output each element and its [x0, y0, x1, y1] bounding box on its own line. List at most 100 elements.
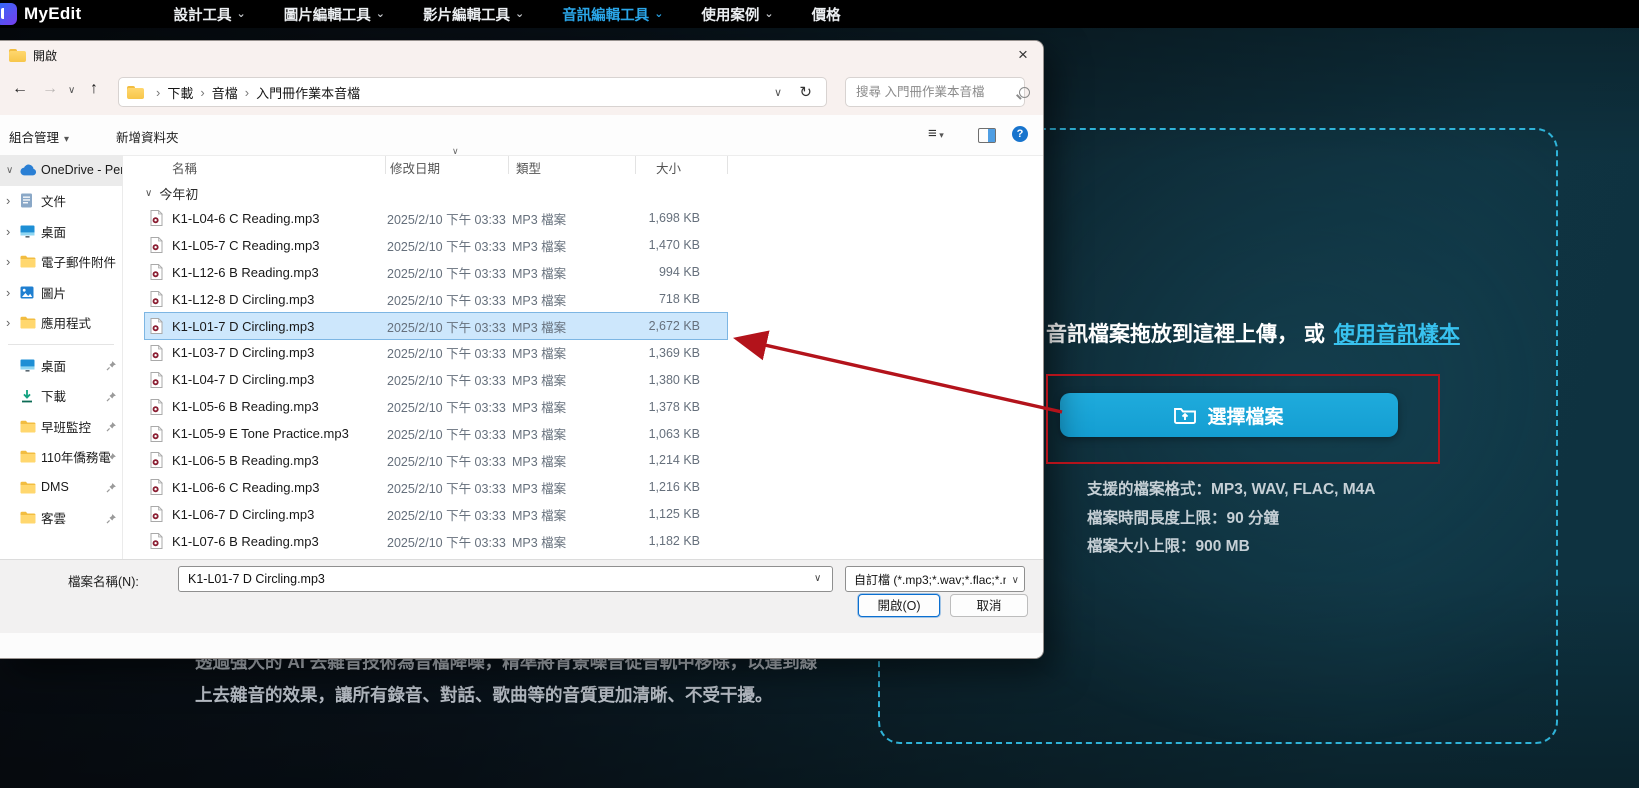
use-audio-sample-link[interactable]: 使用音訊樣本 — [1334, 323, 1460, 346]
preview-pane-icon[interactable] — [978, 128, 996, 143]
file-row[interactable]: K1-L06-5 B Reading.mp32025/2/10 下午 03:33… — [145, 447, 727, 474]
new-folder-button[interactable]: 新增資料夾 — [116, 127, 179, 146]
brand-logo[interactable]: MyEdit — [0, 3, 82, 25]
nav-item-2[interactable]: 圖片編輯工具⌄ — [284, 4, 385, 25]
sidebar-item[interactable]: › 文件 — [0, 186, 122, 217]
sidebar-item-pinned[interactable]: DMS — [0, 472, 122, 503]
file-row[interactable]: K1-L06-7 D Circling.mp32025/2/10 下午 03:3… — [145, 501, 727, 528]
file-row[interactable]: K1-L03-7 D Circling.mp32025/2/10 下午 03:3… — [145, 339, 727, 366]
dialog-titlebar[interactable]: 開啟 — [0, 41, 1043, 69]
folder-icon — [127, 86, 144, 99]
file-name: K1-L07-6 B Reading.mp3 — [172, 534, 387, 549]
file-row[interactable]: K1-L05-6 B Reading.mp32025/2/10 下午 03:33… — [145, 393, 727, 420]
sidebar-item-label: 文件 — [41, 191, 66, 210]
file-date: 2025/2/10 下午 03:33 — [387, 343, 512, 362]
sidebar-item-label: 電子郵件附件 — [41, 252, 116, 271]
search-box[interactable] — [845, 77, 1025, 107]
column-header-name[interactable]: 名稱 — [172, 158, 197, 177]
search-input[interactable] — [854, 84, 1019, 100]
file-name: K1-L06-6 C Reading.mp3 — [172, 480, 387, 495]
pin-icon — [106, 390, 117, 405]
chevron-down-icon: ⌄ — [376, 7, 385, 20]
organize-button[interactable]: 組合管理▾ — [9, 127, 69, 146]
nav-item-1[interactable]: 設計工具⌄ — [174, 4, 246, 25]
file-list: K1-L04-6 C Reading.mp3 2025/2/10 下午 03:33… — [145, 205, 727, 555]
chevron-down-icon: ∨ — [145, 188, 152, 199]
breadcrumb-downloads[interactable]: 下載 — [167, 83, 193, 102]
breadcrumb-separator: › — [156, 85, 160, 100]
chevron-down-icon: ▾ — [64, 134, 69, 145]
file-date: 2025/2/10 下午 03:33 — [387, 397, 512, 416]
file-type: MP3 檔案 — [512, 505, 635, 524]
sidebar-divider — [8, 344, 114, 345]
filename-dropdown-chevron-icon[interactable]: ∨ — [814, 573, 821, 584]
file-row[interactable]: K1-L12-6 B Reading.mp32025/2/10 下午 03:33… — [145, 259, 727, 286]
sidebar-item[interactable]: ›圖片 — [0, 277, 122, 308]
sidebar-item[interactable]: › 電子郵件附件 — [0, 247, 122, 278]
nav-item-6[interactable]: 價格 — [812, 4, 841, 25]
file-type: MP3 檔案 — [512, 236, 635, 255]
breadcrumb-current-folder[interactable]: 入門冊作業本音檔 — [256, 83, 360, 102]
file-date: 2025/2/10 下午 03:33 — [387, 317, 512, 336]
file-row[interactable]: K1-L01-7 D Circling.mp32025/2/10 下午 03:3… — [145, 313, 727, 340]
sidebar-item-pinned[interactable]: 桌面 — [0, 350, 122, 381]
search-icon — [1019, 87, 1030, 98]
column-separator — [508, 156, 509, 174]
up-arrow-icon[interactable]: ↑ — [90, 80, 98, 98]
file-row[interactable]: K1-L04-7 D Circling.mp32025/2/10 下午 03:3… — [145, 366, 727, 393]
dialog-bottom-strip — [0, 633, 1043, 658]
column-header-date[interactable]: 修改日期 — [390, 158, 440, 177]
column-header-size[interactable]: 大小 — [656, 158, 681, 177]
nav-item-5[interactable]: 使用案例⌄ — [701, 4, 773, 25]
file-name: K1-L04-6 C Reading.mp3 — [172, 211, 387, 226]
sidebar-item-pinned[interactable]: 客雲 — [0, 503, 122, 534]
nav-item-3[interactable]: 影片編輯工具⌄ — [423, 4, 524, 25]
file-type: MP3 檔案 — [512, 532, 635, 551]
cancel-button[interactable]: 取消 — [950, 594, 1028, 617]
filename-input[interactable] — [178, 566, 833, 592]
sidebar-splitter[interactable] — [122, 155, 123, 559]
file-row[interactable]: K1-L05-7 C Reading.mp32025/2/10 下午 03:33… — [145, 232, 727, 259]
mp3-file-icon — [145, 372, 172, 388]
mp3-file-icon — [145, 264, 172, 280]
file-row[interactable]: K1-L04-6 C Reading.mp32025/2/10 下午 03:33… — [145, 205, 727, 232]
sidebar-item[interactable]: ›桌面 — [0, 216, 122, 247]
address-bar[interactable]: › 下載 › 音檔 › 入門冊作業本音檔 ∨ ↻ — [118, 77, 827, 107]
mp3-file-icon — [145, 399, 172, 415]
upload-info-line: 支援的檔案格式：MP3, WAV, FLAC, M4A — [1087, 476, 1376, 505]
breadcrumb-audio[interactable]: 音檔 — [212, 83, 238, 102]
sidebar-item[interactable]: ›應用程式 — [0, 308, 122, 339]
file-row[interactable]: K1-L12-8 D Circling.mp32025/2/10 下午 03:3… — [145, 286, 727, 313]
help-icon[interactable]: ? — [1012, 126, 1028, 142]
file-row[interactable]: K1-L06-6 C Reading.mp32025/2/10 下午 03:33… — [145, 474, 727, 501]
back-arrow-icon[interactable]: ← — [12, 80, 28, 98]
forward-arrow-icon[interactable]: → — [42, 80, 58, 98]
close-icon[interactable]: × — [1012, 44, 1034, 66]
sidebar-item-pinned[interactable]: 下載 — [0, 381, 122, 412]
chevron-right-icon: › — [6, 193, 20, 208]
mp3-file-icon — [145, 533, 172, 549]
filetype-select[interactable]: 自訂檔 (*.mp3;*.wav;*.flac;*.m ∨ — [845, 566, 1025, 592]
file-row[interactable]: K1-L05-9 E Tone Practice.mp32025/2/10 下午… — [145, 420, 727, 447]
file-type: MP3 檔案 — [512, 209, 635, 228]
sidebar-item-pinned[interactable]: 早班監控 — [0, 411, 122, 442]
view-options-icon[interactable]: ≡ ▾ — [928, 125, 944, 142]
group-header[interactable]: ∨ 今年初 — [145, 183, 198, 203]
column-header-type[interactable]: 類型 — [516, 158, 541, 177]
file-name: K1-L12-8 D Circling.mp3 — [172, 292, 387, 307]
nav-item-4[interactable]: 音訊編輯工具⌄ — [562, 4, 663, 25]
pin-icon — [106, 359, 117, 374]
recent-locations-chevron-icon[interactable]: ∨ — [68, 85, 75, 96]
open-button[interactable]: 開啟(O) — [858, 594, 940, 617]
file-type: MP3 檔案 — [512, 317, 635, 336]
file-name: K1-L04-7 D Circling.mp3 — [172, 372, 387, 387]
file-row[interactable]: K1-L07-6 B Reading.mp32025/2/10 下午 03:33… — [145, 528, 727, 555]
address-dropdown-chevron-icon[interactable]: ∨ — [774, 86, 782, 99]
refresh-icon[interactable]: ↻ — [799, 83, 812, 101]
file-name: K1-L05-6 B Reading.mp3 — [172, 399, 387, 414]
sidebar-item-label: 下載 — [41, 386, 66, 405]
chevron-right-icon: › — [6, 254, 20, 269]
pin-icon — [106, 512, 117, 527]
sidebar-item-pinned[interactable]: 110年僑務電 — [0, 442, 122, 473]
sidebar-item-onedrive[interactable]: ∨ OneDrive - Pers — [0, 155, 122, 186]
